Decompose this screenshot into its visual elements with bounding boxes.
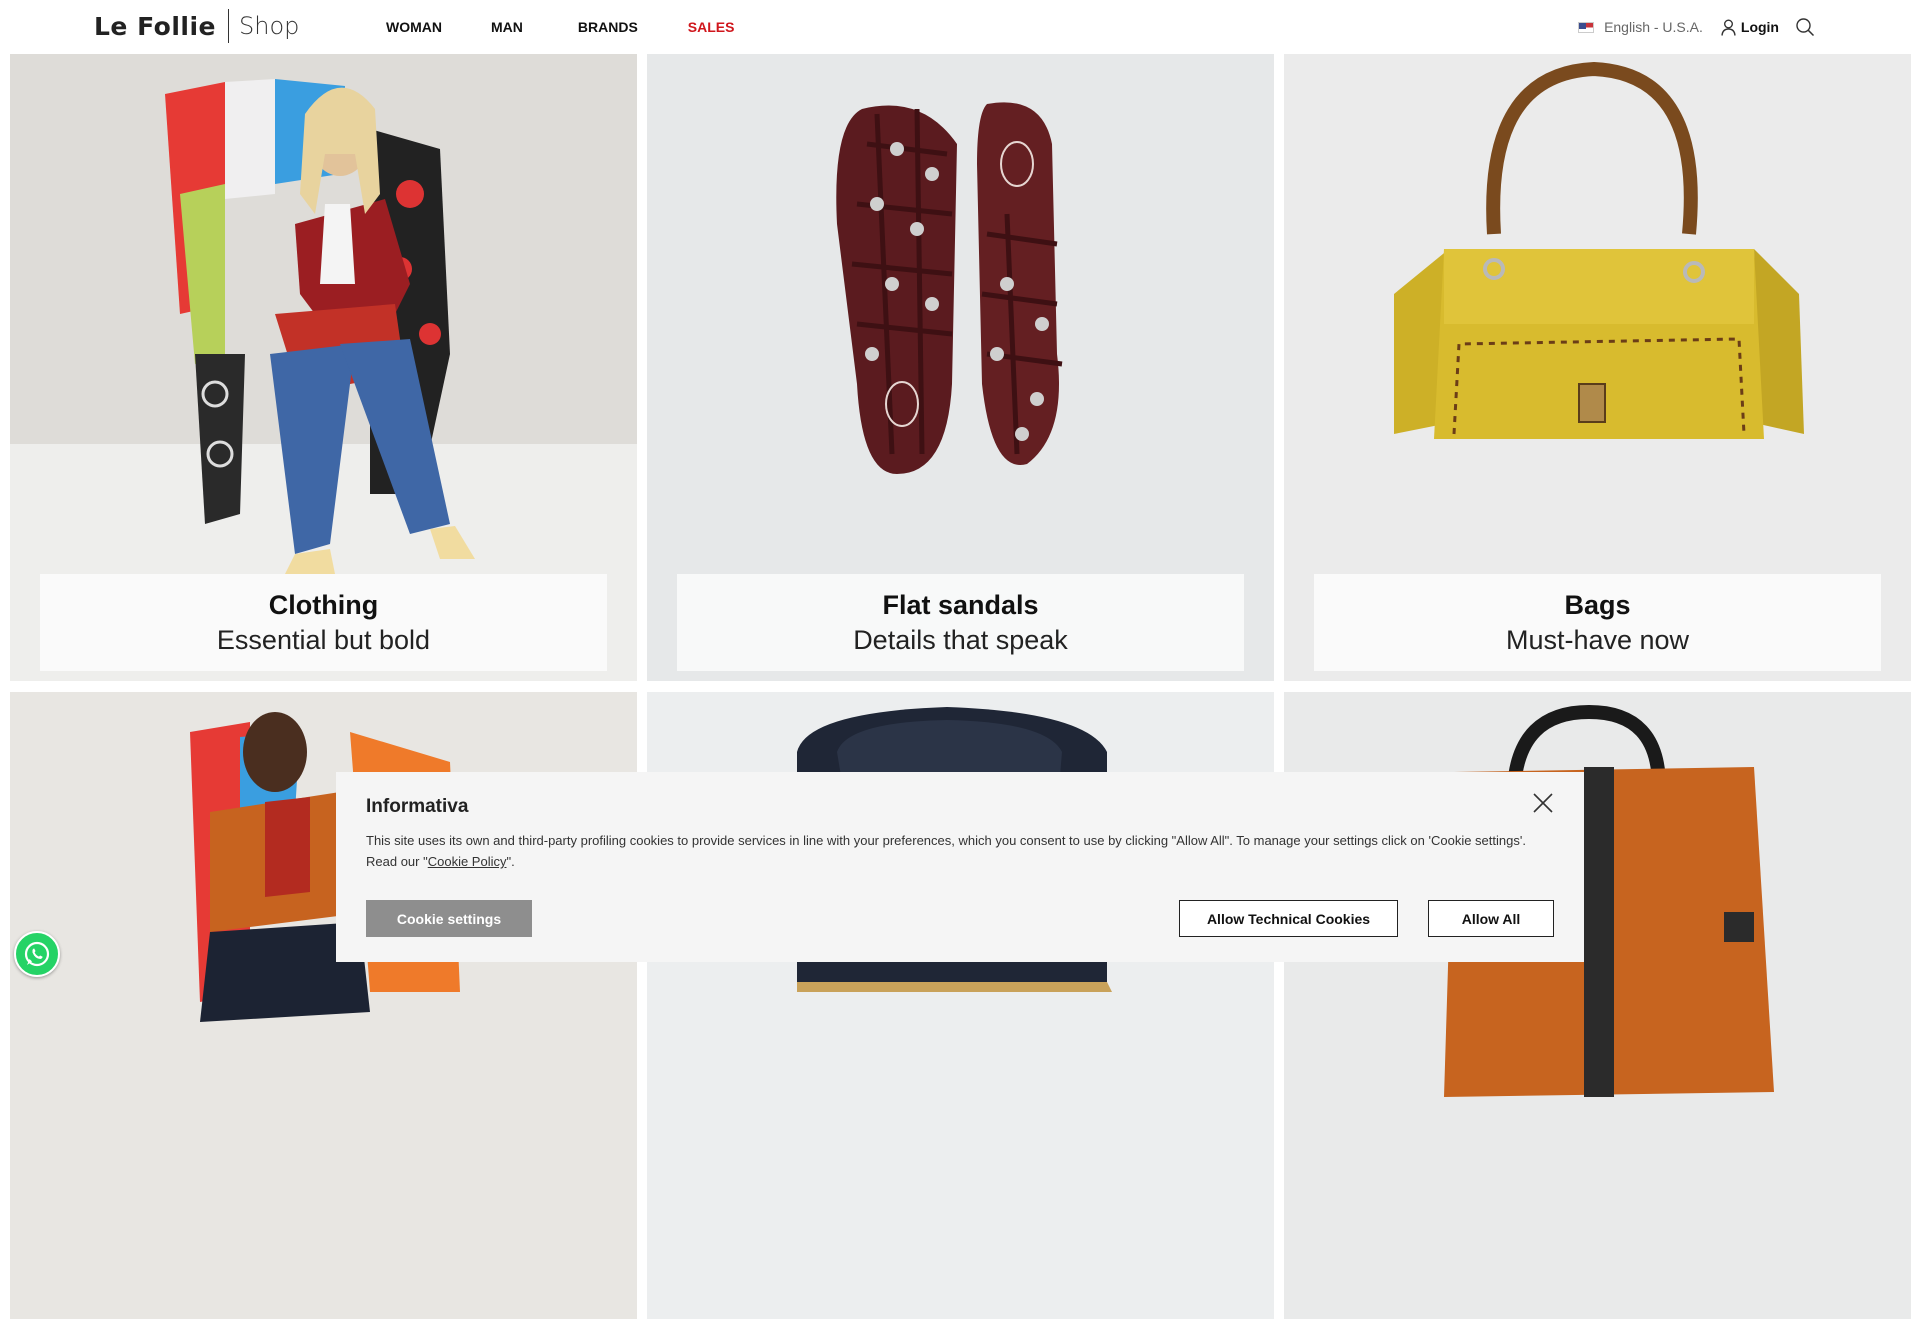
tile-caption: Bags Must-have now bbox=[1314, 574, 1881, 671]
whatsapp-icon bbox=[24, 941, 50, 967]
tile-caption: Clothing Essential but bold bbox=[40, 574, 607, 671]
language-selector[interactable]: English - U.S.A. bbox=[1604, 19, 1703, 35]
login-link[interactable]: Login bbox=[1721, 19, 1779, 36]
cookie-policy-link[interactable]: Cookie Policy bbox=[428, 854, 507, 869]
tile-title: Bags bbox=[1564, 590, 1631, 620]
tile-title: Flat sandals bbox=[882, 590, 1039, 620]
logo[interactable]: Le Follie Shop bbox=[94, 9, 299, 43]
cookie-banner: Informativa This site uses its own and t… bbox=[336, 772, 1584, 962]
allow-all-button[interactable]: Allow All bbox=[1428, 900, 1554, 937]
tile-caption: Flat sandals Details that speak bbox=[677, 574, 1244, 671]
header-tools: English - U.S.A. Login bbox=[1578, 0, 1815, 54]
flag-usa-icon bbox=[1578, 21, 1595, 33]
cookie-text: This site uses its own and third-party p… bbox=[366, 830, 1556, 872]
cookie-text-after: ". bbox=[506, 854, 515, 869]
cookie-settings-button[interactable]: Cookie settings bbox=[366, 900, 532, 937]
nav-man[interactable]: MAN bbox=[491, 19, 523, 35]
nav-woman[interactable]: WOMAN bbox=[386, 19, 442, 35]
login-label: Login bbox=[1740, 19, 1779, 35]
logo-name: Le Follie bbox=[94, 11, 216, 41]
main-nav: WOMAN MAN BRANDS SALES bbox=[386, 0, 734, 54]
whatsapp-button[interactable] bbox=[14, 931, 60, 977]
tile-subtitle: Details that speak bbox=[853, 625, 1068, 655]
nav-brands[interactable]: BRANDS bbox=[578, 19, 638, 35]
search-icon[interactable] bbox=[1795, 17, 1815, 37]
category-tile-flat-sandals[interactable]: Flat sandals Details that speak bbox=[647, 54, 1274, 681]
logo-divider bbox=[228, 9, 229, 43]
cookie-title: Informativa bbox=[366, 796, 469, 817]
cookie-text-before: This site uses its own and third-party p… bbox=[366, 833, 1526, 869]
tile-subtitle: Must-have now bbox=[1505, 625, 1690, 655]
category-tile-bags[interactable]: Bags Must-have now bbox=[1284, 54, 1911, 681]
category-tile-clothing[interactable]: Clothing Essential but bold bbox=[10, 54, 637, 681]
tile-title: Clothing bbox=[268, 590, 379, 620]
allow-technical-cookies-button[interactable]: Allow Technical Cookies bbox=[1179, 900, 1398, 937]
nav-sales[interactable]: SALES bbox=[688, 19, 735, 35]
tile-subtitle: Essential but bold bbox=[216, 625, 431, 655]
user-icon bbox=[1721, 19, 1736, 36]
site-header: Le Follie Shop WOMAN MAN BRANDS SALES En… bbox=[0, 0, 1920, 54]
close-icon[interactable] bbox=[1530, 790, 1556, 816]
logo-sub: Shop bbox=[239, 12, 300, 40]
